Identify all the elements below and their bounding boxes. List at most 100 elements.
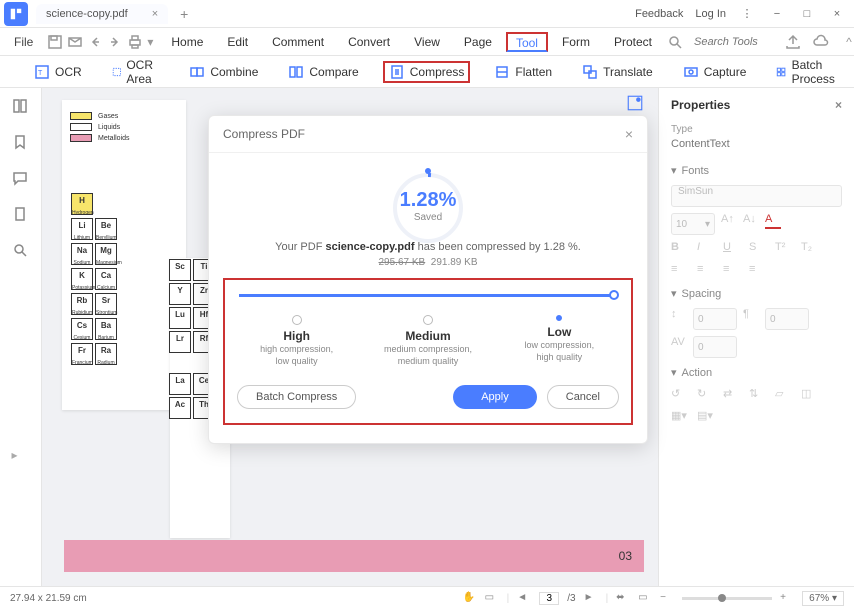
superscript-icon[interactable]: T² [775, 241, 791, 257]
tb-flatten[interactable]: Flatten [488, 61, 558, 83]
redo-icon[interactable] [107, 33, 123, 51]
menu-form[interactable]: Form [552, 31, 600, 53]
menu-home[interactable]: Home [161, 31, 213, 53]
option-high[interactable]: High high compression,low quality [231, 315, 362, 367]
tb-ocr[interactable]: TOCR [28, 61, 88, 83]
search-input[interactable] [694, 36, 774, 48]
menu-comment[interactable]: Comment [262, 31, 334, 53]
rotate-left-icon[interactable]: ↺ [671, 387, 687, 403]
spacing-input-3[interactable]: 0 [693, 336, 737, 358]
close-window-icon[interactable]: × [828, 5, 846, 23]
tb-combine[interactable]: Combine [183, 61, 264, 83]
decrease-font-icon[interactable]: A↓ [743, 213, 759, 229]
login-link[interactable]: Log In [695, 8, 726, 20]
mail-icon[interactable] [67, 33, 83, 51]
batch-compress-button[interactable]: Batch Compress [237, 385, 356, 409]
fit-width-icon[interactable]: ⬌ [616, 592, 630, 606]
search-icon[interactable] [666, 33, 684, 51]
char-spacing-icon: AV [671, 336, 687, 352]
apply-button[interactable]: Apply [453, 385, 537, 409]
zoom-value[interactable]: 67% ▾ [802, 591, 844, 606]
page-dimensions: 27.94 x 21.59 cm [10, 593, 87, 604]
bookmark-icon[interactable] [12, 134, 30, 152]
maximize-icon[interactable]: □ [798, 5, 816, 23]
extract-icon[interactable]: ◫ [801, 387, 817, 403]
prev-page-icon[interactable]: ◄ [517, 592, 531, 606]
font-select[interactable]: SimSun [671, 185, 842, 207]
zoom-out-icon[interactable]: − [660, 592, 674, 606]
tb-compare[interactable]: Compare [282, 61, 364, 83]
file-menu[interactable]: File [8, 33, 39, 51]
compress-modal: Compress PDF × 1.28% Saved Your PDF scie… [208, 115, 648, 444]
thumbnails-icon[interactable] [12, 98, 30, 116]
tb-capture[interactable]: Capture [677, 61, 753, 83]
spacing-input-2[interactable]: 0 [765, 308, 809, 330]
expand-rail-icon[interactable]: ▸ [12, 448, 30, 466]
arrange-icon[interactable]: ▦▾ [671, 409, 687, 425]
align-left-icon[interactable]: ≡ [671, 263, 687, 279]
spacing-input-1[interactable]: 0 [693, 308, 737, 330]
undo-icon[interactable] [87, 33, 103, 51]
next-page-icon[interactable]: ► [584, 592, 598, 606]
hand-tool-icon[interactable]: ✋ [463, 592, 477, 606]
search-rail-icon[interactable] [12, 242, 30, 260]
subscript-icon[interactable]: T₂ [801, 241, 817, 257]
tb-ocr-area[interactable]: OCR Area [106, 55, 166, 89]
fit-page-icon[interactable]: ▭ [638, 592, 652, 606]
font-size-select[interactable]: 10 ▾ [671, 213, 715, 235]
more-icon[interactable]: ⋮ [738, 5, 756, 23]
minimize-icon[interactable]: − [768, 5, 786, 23]
zoom-slider[interactable] [682, 597, 772, 600]
bold-icon[interactable]: B [671, 241, 687, 257]
menu-view[interactable]: View [404, 31, 450, 53]
menu-edit[interactable]: Edit [217, 31, 258, 53]
comment-icon[interactable] [12, 170, 30, 188]
close-tab-icon[interactable]: × [152, 8, 158, 20]
option-low[interactable]: Low low compression,high quality [494, 315, 625, 367]
attachment-icon[interactable] [12, 206, 30, 224]
underline-icon[interactable]: U [723, 241, 739, 257]
select-tool-icon[interactable]: ▭ [485, 592, 499, 606]
strikethrough-icon[interactable]: S [749, 241, 765, 257]
flip-v-icon[interactable]: ⇅ [749, 387, 765, 403]
font-color-icon[interactable]: A [765, 213, 781, 229]
tb-translate[interactable]: Translate [576, 61, 659, 83]
compress-slider[interactable] [239, 294, 617, 297]
option-medium[interactable]: Medium medium compression,medium quality [362, 315, 493, 367]
menu-page[interactable]: Page [454, 31, 502, 53]
feedback-link[interactable]: Feedback [635, 8, 683, 20]
cancel-button[interactable]: Cancel [547, 385, 619, 409]
share-icon[interactable] [784, 33, 802, 51]
cloud-icon[interactable] [812, 33, 830, 51]
close-properties-icon[interactable]: × [835, 98, 842, 112]
zoom-in-icon[interactable]: + [780, 592, 794, 606]
toolbar: TOCR OCR Area Combine Compare Compress F… [0, 56, 854, 88]
flip-h-icon[interactable]: ⇄ [723, 387, 739, 403]
italic-icon[interactable]: I [697, 241, 713, 257]
align-justify-icon[interactable]: ≡ [749, 263, 765, 279]
page-input[interactable] [539, 592, 559, 605]
print-icon[interactable] [127, 33, 143, 51]
dropdown-icon[interactable]: ▾ [147, 33, 153, 51]
align-center-icon[interactable]: ≡ [697, 263, 713, 279]
doc-screenshot-icon[interactable] [626, 94, 644, 112]
action-section[interactable]: ▾ Action [671, 366, 842, 379]
menu-tool[interactable]: Tool [506, 32, 548, 52]
save-icon[interactable] [47, 33, 63, 51]
spacing-section[interactable]: ▾ Spacing [671, 287, 842, 300]
fonts-section[interactable]: ▾ Fonts [671, 164, 842, 177]
menu-protect[interactable]: Protect [604, 31, 662, 53]
tb-batch[interactable]: Batch Process [770, 55, 846, 89]
left-rail: ▸ [0, 88, 42, 586]
increase-font-icon[interactable]: A↑ [721, 213, 737, 229]
collapse-ribbon-icon[interactable]: ^ [840, 33, 854, 51]
align-right-icon[interactable]: ≡ [723, 263, 739, 279]
tb-compress[interactable]: Compress [383, 61, 471, 83]
new-tab-button[interactable]: + [174, 4, 194, 24]
crop-icon[interactable]: ▱ [775, 387, 791, 403]
menu-convert[interactable]: Convert [338, 31, 400, 53]
modal-close-icon[interactable]: × [625, 126, 633, 142]
document-tab[interactable]: science-copy.pdf × [36, 4, 168, 24]
align-icon[interactable]: ▤▾ [697, 409, 713, 425]
rotate-right-icon[interactable]: ↻ [697, 387, 713, 403]
